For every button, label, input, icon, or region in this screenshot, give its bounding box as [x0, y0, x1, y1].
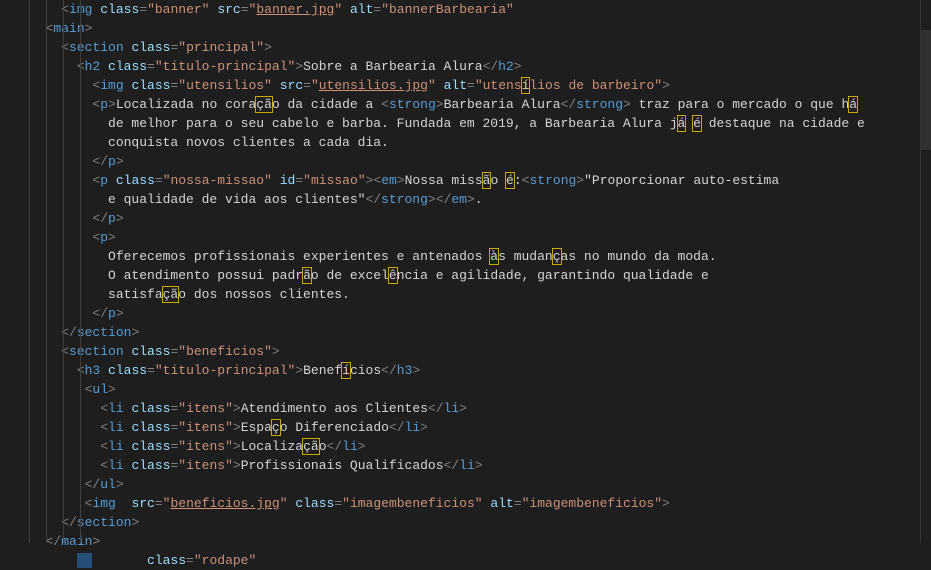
code-line[interactable]: conquista novos clientes a cada dia.	[30, 133, 921, 152]
code-line[interactable]: <section class="principal">	[30, 38, 921, 57]
code-line[interactable]: </p>	[30, 152, 921, 171]
code-line[interactable]: <p>	[30, 228, 921, 247]
code-line[interactable]: </section>	[30, 513, 921, 532]
code-line[interactable]: <h2 class="titulo-principal">Sobre a Bar…	[30, 57, 921, 76]
code-line[interactable]: </ul>	[30, 475, 921, 494]
code-line[interactable]: <img class="utensilios" src="utensilios.…	[30, 76, 921, 95]
code-line[interactable]: <p>Localizada no coração da cidade a <st…	[30, 95, 921, 114]
code-line[interactable]: <p class="nossa-missao" id="missao"><em>…	[30, 171, 921, 190]
code-line[interactable]: <li class="itens">Atendimento aos Client…	[30, 399, 921, 418]
code-editor[interactable]: <img class="banner" src="banner.jpg" alt…	[0, 0, 931, 543]
minimap-slider[interactable]	[921, 30, 931, 150]
minimap[interactable]	[921, 0, 931, 543]
code-line[interactable]: Oferecemos profissionais experientes e a…	[30, 247, 921, 266]
code-line[interactable]: <li class="itens">Espaço Diferenciado</l…	[30, 418, 921, 437]
code-line[interactable]: class="rodape"	[30, 551, 921, 570]
code-line[interactable]: <li class="itens">Profissionais Qualific…	[30, 456, 921, 475]
code-line[interactable]: <section class="beneficios">	[30, 342, 921, 361]
code-area[interactable]: <img class="banner" src="banner.jpg" alt…	[30, 0, 921, 543]
code-line[interactable]: O atendimento possui padrão de excelênci…	[30, 266, 921, 285]
code-line[interactable]: satisfação dos nossos clientes.	[30, 285, 921, 304]
code-line[interactable]: de melhor para o seu cabelo e barba. Fun…	[30, 114, 921, 133]
code-line[interactable]: e qualidade de vida aos clientes"</stron…	[30, 190, 921, 209]
code-line[interactable]: <main>	[30, 19, 921, 38]
code-line[interactable]: </main>	[30, 532, 921, 551]
code-line[interactable]: <h3 class="titulo-principal">Benefícios<…	[30, 361, 921, 380]
code-line[interactable]: <li class="itens">Localização</li>	[30, 437, 921, 456]
code-line[interactable]: <img class="banner" src="banner.jpg" alt…	[30, 0, 921, 19]
fold-gutter[interactable]	[18, 0, 30, 543]
code-line[interactable]: </section>	[30, 323, 921, 342]
code-line[interactable]: </p>	[30, 304, 921, 323]
code-line[interactable]: </p>	[30, 209, 921, 228]
code-line[interactable]: <img src="beneficios.jpg" class="imagemb…	[30, 494, 921, 513]
line-number-gutter	[0, 0, 18, 543]
code-line[interactable]: <ul>	[30, 380, 921, 399]
